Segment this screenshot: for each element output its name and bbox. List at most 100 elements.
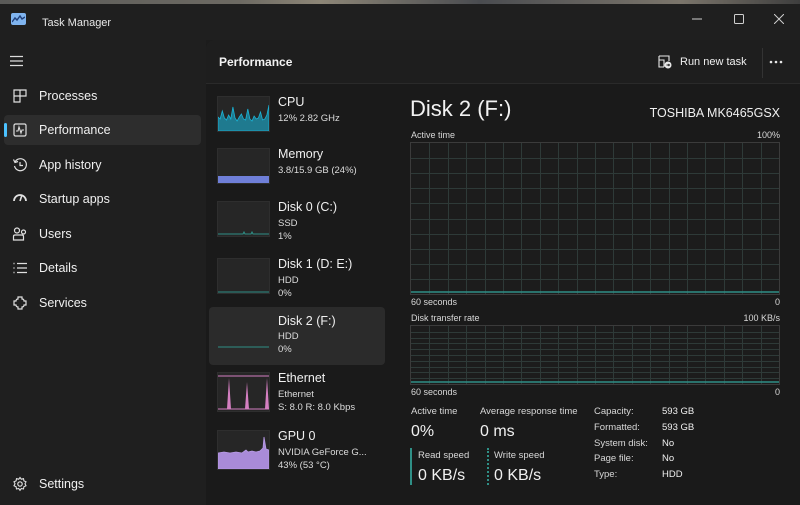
avg-response-time-value: 0 ms xyxy=(480,423,515,440)
device-usage: S: 8.0 R: 8.0 Kbps xyxy=(278,402,356,413)
sidebar-item-details[interactable]: Details xyxy=(4,253,201,283)
settings-gear-icon xyxy=(13,476,27,492)
active-time-graph-label: Active time xyxy=(411,130,456,140)
task-manager-app-icon xyxy=(11,13,26,25)
device-item-disk-2[interactable]: Disk 2 (F:) HDD 0% xyxy=(209,307,385,365)
hamburger-menu-button[interactable] xyxy=(10,54,26,68)
graph1-grid xyxy=(411,143,779,294)
services-icon xyxy=(13,296,27,310)
device-item-memory[interactable]: Memory 3.8/15.9 GB (24%) xyxy=(209,144,385,201)
processes-icon xyxy=(13,89,27,103)
details-icon xyxy=(13,262,27,274)
device-detail: Ethernet xyxy=(278,389,314,400)
system-disk-value: No xyxy=(662,438,675,449)
formatted-value: 593 GB xyxy=(662,422,695,433)
run-new-task-button[interactable]: Run new task xyxy=(658,52,747,72)
device-detail: 12% 2.82 GHz xyxy=(278,113,340,124)
minimize-button[interactable] xyxy=(674,4,720,34)
page-file-value: No xyxy=(662,453,675,464)
transfer-rate-graph-min: 0 xyxy=(774,387,780,397)
device-item-disk-1[interactable]: Disk 1 (D: E:) HDD 0% xyxy=(209,254,385,311)
device-detail: NVIDIA GeForce G... xyxy=(278,447,367,458)
disk-1-thumbnail-graph xyxy=(217,258,270,294)
sidebar-item-processes[interactable]: Processes xyxy=(4,81,201,111)
device-item-cpu[interactable]: CPU 12% 2.82 GHz xyxy=(209,92,385,149)
transfer-rate-graph-label: Disk transfer rate xyxy=(411,313,480,323)
sidebar-item-settings[interactable]: Settings xyxy=(4,469,201,499)
read-speed-label: Read speed xyxy=(418,450,470,461)
run-new-task-icon xyxy=(658,55,672,69)
users-icon xyxy=(12,227,27,241)
disk-0-thumbnail-graph xyxy=(217,201,270,237)
disk-model: TOSHIBA MK6465GSX xyxy=(649,106,780,120)
device-name: Disk 2 (F:) xyxy=(278,314,336,328)
page-title: Performance xyxy=(219,55,293,69)
device-detail: HDD xyxy=(278,275,299,286)
sidebar-item-performance[interactable]: Performance xyxy=(4,115,201,145)
window-title: Task Manager xyxy=(42,17,112,29)
system-disk-label: System disk: xyxy=(594,438,648,449)
read-speed-indicator xyxy=(410,448,412,485)
active-time-graph-max: 100% xyxy=(756,130,780,140)
write-speed-value: 0 KB/s xyxy=(494,467,542,484)
sidebar-item-label: Performance xyxy=(39,123,111,137)
sidebar-item-users[interactable]: Users xyxy=(4,219,201,249)
memory-usage-fill xyxy=(218,176,269,183)
sidebar-item-app-history[interactable]: App history xyxy=(4,150,201,180)
disk-detail-panel: Disk 2 (F:) TOSHIBA MK6465GSX Active tim… xyxy=(410,92,780,502)
sidebar-item-label: App history xyxy=(39,158,102,172)
sidebar: Processes Performance App history Startu… xyxy=(0,40,206,505)
device-name: CPU xyxy=(278,95,305,109)
device-usage: 43% (53 °C) xyxy=(278,460,330,471)
active-time-graph-min: 0 xyxy=(774,297,780,307)
more-options-icon xyxy=(769,60,783,64)
type-value: HDD xyxy=(662,469,683,480)
active-time-graph-time: 60 seconds xyxy=(411,297,458,307)
capacity-label: Capacity: xyxy=(594,406,634,417)
maximize-icon xyxy=(734,14,744,24)
active-time-graph xyxy=(410,142,780,295)
page-file-label: Page file: xyxy=(594,453,634,464)
minimize-icon xyxy=(692,18,702,20)
capacity-value: 593 GB xyxy=(662,406,695,417)
main-panel: Performance Run new task CPU 12% 2.82 GH… xyxy=(206,40,800,505)
device-name: Ethernet xyxy=(278,371,326,385)
memory-thumbnail-graph xyxy=(217,148,270,184)
app-history-icon xyxy=(12,158,27,172)
title-bar: Task Manager xyxy=(0,4,800,40)
device-detail: SSD xyxy=(278,218,298,229)
formatted-label: Formatted: xyxy=(594,422,640,433)
sidebar-item-services[interactable]: Services xyxy=(4,288,201,318)
transfer-rate-graph-time: 60 seconds xyxy=(411,387,458,397)
ethernet-thumbnail-graph xyxy=(217,372,270,412)
run-new-task-label: Run new task xyxy=(680,56,747,68)
transfer-rate-graph-max: 100 KB/s xyxy=(743,313,780,323)
avg-response-time-label: Average response time xyxy=(480,406,578,417)
cpu-thumbnail-graph xyxy=(217,96,270,132)
sidebar-item-label: Startup apps xyxy=(39,192,110,206)
device-name: Disk 1 (D: E:) xyxy=(278,257,353,271)
device-detail: 3.8/15.9 GB (24%) xyxy=(278,165,357,176)
device-item-ethernet[interactable]: Ethernet Ethernet S: 8.0 R: 8.0 Kbps xyxy=(209,368,385,425)
sidebar-item-startup-apps[interactable]: Startup apps xyxy=(4,184,201,214)
device-detail: HDD xyxy=(278,331,299,342)
close-button[interactable] xyxy=(756,4,800,34)
device-name: Memory xyxy=(278,147,324,161)
sidebar-item-label: Services xyxy=(39,296,87,310)
more-options-button[interactable] xyxy=(766,52,786,72)
performance-icon xyxy=(13,123,27,137)
gpu-thumbnail-graph xyxy=(217,430,270,470)
device-item-disk-0[interactable]: Disk 0 (C:) SSD 1% xyxy=(209,197,385,254)
graph2-grid xyxy=(411,326,779,384)
device-item-gpu-0[interactable]: GPU 0 NVIDIA GeForce G... 43% (53 °C) xyxy=(209,426,385,483)
write-speed-indicator xyxy=(487,448,489,485)
device-name: Disk 0 (C:) xyxy=(278,200,338,214)
cpu-sparkline xyxy=(217,104,270,132)
disk-2-thumbnail-graph xyxy=(217,313,270,349)
sidebar-item-label: Settings xyxy=(39,477,85,491)
transfer-rate-graph xyxy=(410,325,780,385)
page-header: Performance Run new task xyxy=(206,40,800,84)
device-usage: 1% xyxy=(278,231,292,242)
read-speed-value: 0 KB/s xyxy=(418,467,466,484)
sidebar-item-label: Users xyxy=(39,227,72,241)
